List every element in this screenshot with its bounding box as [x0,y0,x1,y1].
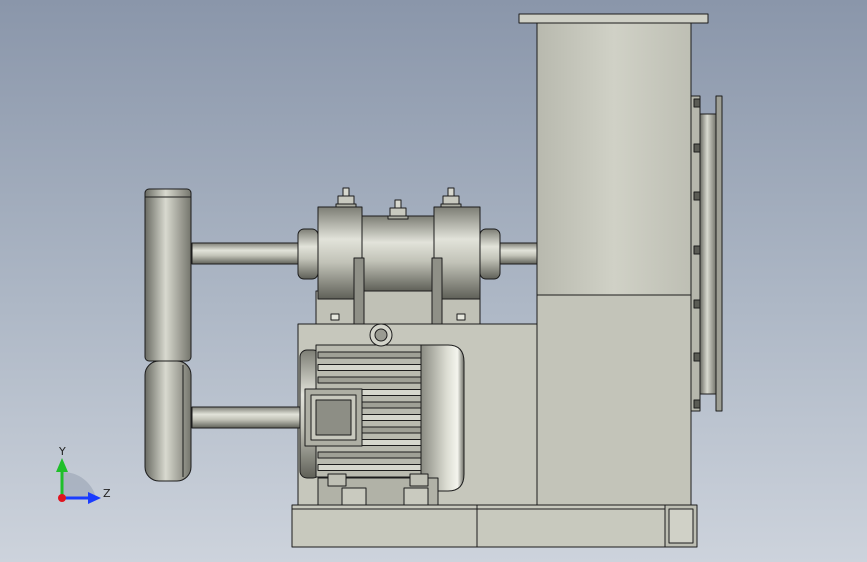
electric-motor[interactable] [299,344,465,506]
fan-assembly-drawing[interactable]: Y Z [0,0,867,562]
flange-bolt-icon [693,399,701,409]
bearing-housing[interactable] [297,206,501,325]
lower-shaft [191,406,303,429]
flange-bolt-icon [693,98,701,108]
motor-lifting-eye [369,323,393,347]
flange-bolt-icon [693,352,701,362]
bolt-stud-icon [342,187,350,197]
cooling-fin [317,451,422,459]
lower-pulley[interactable] [144,360,192,482]
flange-bolt-icon [693,191,701,201]
fan-housing[interactable] [518,13,709,506]
triad-y-label: Y [58,445,66,458]
washer-icon [387,215,409,220]
triad-z-label: Z [103,487,111,500]
coordinate-triad: Y Z [56,445,111,504]
upper-pulley[interactable] [144,188,192,362]
bolt-stud-icon [447,187,455,197]
flange-bolt-icon [693,299,701,309]
triad-x-axis [58,494,66,502]
hex-nut-icon [389,207,407,217]
cooling-fin [317,364,422,371]
hex-nut-icon [442,195,460,205]
cad-viewport[interactable]: Y Z [0,0,867,562]
y-arrowhead-icon [56,458,68,472]
cooling-fin [317,376,422,384]
flange-bolt-icon [693,143,701,153]
bolt-stud-icon [394,199,402,209]
cooling-fin [317,351,422,359]
cooling-fin [317,464,422,471]
flange-bolt-icon [693,245,701,255]
washer-icon [335,203,357,208]
washer-icon [440,203,462,208]
hex-nut-icon [337,195,355,205]
